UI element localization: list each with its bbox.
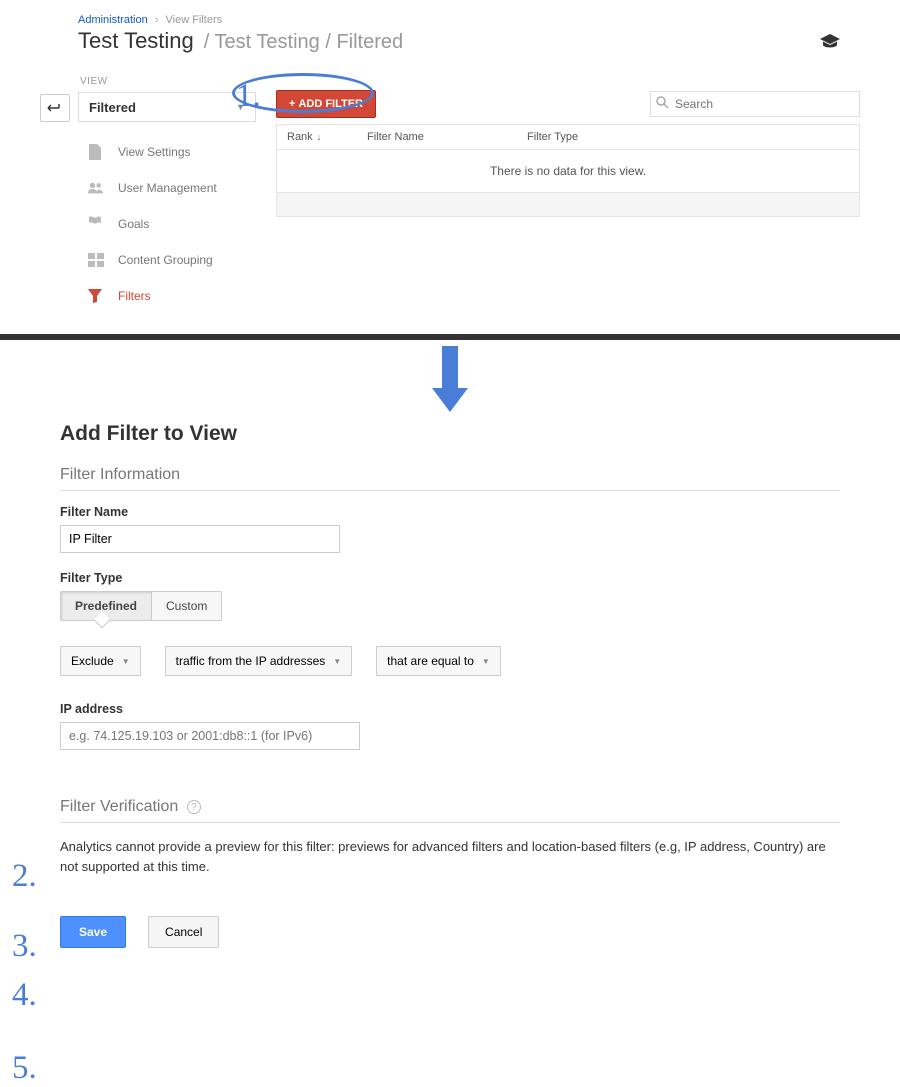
table-header-row: Rank↓ Filter Name Filter Type xyxy=(277,125,859,150)
annotation-number-5: 5. xyxy=(12,1050,37,1087)
content-grouping-icon xyxy=(88,253,104,267)
filters-table: Rank↓ Filter Name Filter Type There is n… xyxy=(276,124,860,217)
table-footer xyxy=(277,192,859,216)
admin-panel: Administration › View Filters Test Testi… xyxy=(0,0,900,334)
sidebar-item-label: View Settings xyxy=(118,145,191,159)
sidebar-item-content-grouping[interactable]: Content Grouping xyxy=(78,242,256,278)
add-filter-label: ADD FILTER xyxy=(298,98,363,110)
flag-icon xyxy=(88,216,104,232)
search-input[interactable] xyxy=(650,91,860,117)
page-subtitle: / Test Testing / Filtered xyxy=(204,31,403,54)
sidebar-item-view-settings[interactable]: View Settings xyxy=(78,134,256,170)
cancel-button[interactable]: Cancel xyxy=(148,916,219,948)
down-arrow-icon xyxy=(435,346,465,416)
back-button[interactable] xyxy=(40,94,70,122)
annotation-number-1: 1. xyxy=(236,78,261,115)
sidebar-item-label: Goals xyxy=(118,217,149,231)
view-column-label: VIEW xyxy=(78,76,256,87)
sort-arrow-icon: ↓ xyxy=(317,132,322,142)
plus-icon: + xyxy=(289,98,295,110)
ip-address-input[interactable] xyxy=(60,722,360,750)
add-filter-panel: Add Filter to View Filter Information Fi… xyxy=(0,418,900,978)
page-title-row: Test Testing / Test Testing / Filtered xyxy=(0,28,900,64)
sidebar-item-goals[interactable]: Goals xyxy=(78,206,256,242)
breadcrumb: Administration › View Filters xyxy=(0,0,900,28)
document-icon xyxy=(88,144,104,160)
verification-text: Analytics cannot provide a preview for t… xyxy=(60,837,840,876)
chevron-down-icon: ▼ xyxy=(122,657,130,666)
search-wrap xyxy=(650,91,860,117)
arrow-wrap xyxy=(0,340,900,418)
section-filter-verification: Filter Verification ? xyxy=(60,798,840,823)
help-icon[interactable]: ? xyxy=(187,800,201,814)
annotation-number-4: 4. xyxy=(12,977,37,1014)
chevron-down-icon: ▼ xyxy=(333,657,341,666)
breadcrumb-current: View Filters xyxy=(166,14,223,26)
chevron-down-icon: ▼ xyxy=(482,657,490,666)
chevron-right-icon: › xyxy=(155,14,159,26)
sidebar-item-label: User Management xyxy=(118,181,217,195)
filter-name-block: Filter Name xyxy=(60,505,840,553)
view-select-dropdown[interactable]: Filtered ▼ xyxy=(78,92,256,122)
sidebar-item-user-management[interactable]: User Management xyxy=(78,170,256,206)
filter-type-custom-button[interactable]: Custom xyxy=(152,592,221,620)
view-sidebar: VIEW Filtered ▼ View Settings User Manag… xyxy=(78,76,256,314)
search-icon xyxy=(656,96,669,109)
filter-condition-dropdown[interactable]: that are equal to▼ xyxy=(376,646,501,676)
funnel-icon xyxy=(88,289,104,303)
section-filter-information: Filter Information xyxy=(60,466,840,491)
filter-name-input[interactable] xyxy=(60,525,340,553)
sidebar-item-filters[interactable]: Filters xyxy=(78,278,256,314)
form-button-row: Save Cancel xyxy=(60,916,840,948)
main-content: +ADD FILTER Rank↓ Filter Name Filter Typ… xyxy=(256,76,860,217)
graduation-cap-icon[interactable] xyxy=(820,34,840,48)
back-arrow-icon xyxy=(47,103,63,113)
filter-type-label: Filter Type xyxy=(60,571,840,585)
table-header-name[interactable]: Filter Name xyxy=(357,125,517,149)
ip-address-block: IP address xyxy=(60,702,840,750)
breadcrumb-root-link[interactable]: Administration xyxy=(78,14,148,26)
predefined-filter-row: Exclude▼ traffic from the IP addresses▼ … xyxy=(60,646,840,676)
page-title-add-filter: Add Filter to View xyxy=(60,422,840,446)
filter-source-dropdown[interactable]: traffic from the IP addresses▼ xyxy=(165,646,353,676)
filter-action-dropdown[interactable]: Exclude▼ xyxy=(60,646,141,676)
table-empty-message: There is no data for this view. xyxy=(277,150,859,192)
filter-type-segmented: Predefined Custom xyxy=(60,591,222,621)
ip-address-label: IP address xyxy=(60,702,840,716)
view-selected-value: Filtered xyxy=(89,100,136,115)
sidebar-item-label: Filters xyxy=(118,289,151,303)
save-button[interactable]: Save xyxy=(60,916,126,948)
people-icon xyxy=(88,182,104,194)
add-filter-button[interactable]: +ADD FILTER xyxy=(276,90,376,118)
annotation-number-2: 2. xyxy=(12,858,37,895)
filters-toolbar: +ADD FILTER xyxy=(276,76,860,118)
filter-type-block: Filter Type Predefined Custom Exclude▼ t… xyxy=(60,571,840,676)
table-header-type[interactable]: Filter Type xyxy=(517,125,859,149)
table-header-rank[interactable]: Rank↓ xyxy=(277,125,357,149)
filter-name-label: Filter Name xyxy=(60,505,840,519)
annotation-number-3: 3. xyxy=(12,928,37,965)
view-nav-list: View Settings User Management Goals Cont… xyxy=(78,134,256,314)
admin-body: VIEW Filtered ▼ View Settings User Manag… xyxy=(0,64,900,314)
page-title: Test Testing xyxy=(78,28,194,54)
sidebar-item-label: Content Grouping xyxy=(118,253,213,267)
